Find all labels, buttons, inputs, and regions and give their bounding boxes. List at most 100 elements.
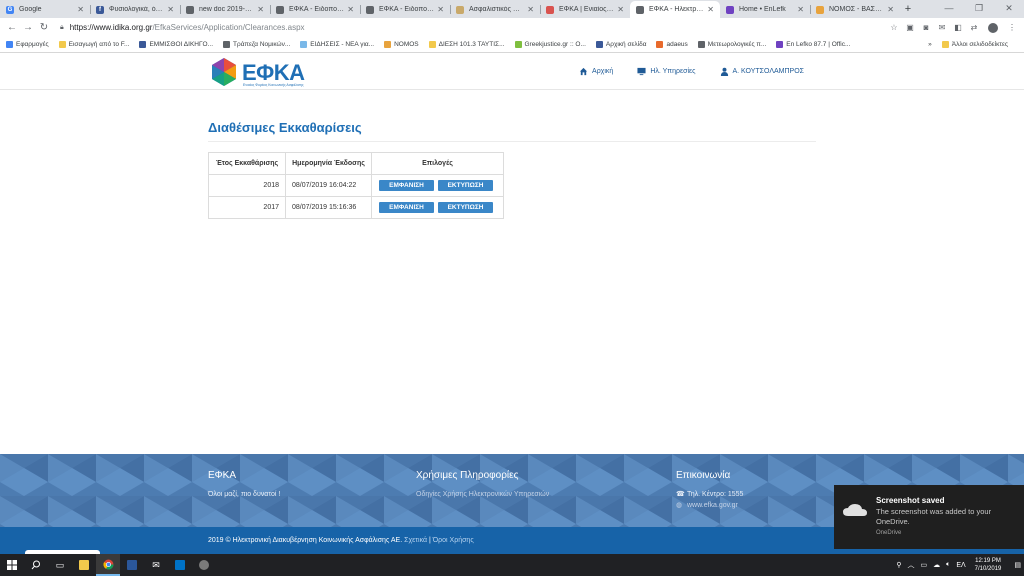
tab-close-icon[interactable]: ✕: [347, 5, 354, 14]
tab-title: ΕΦΚΑ | Ενιαίος Φο: [559, 6, 615, 13]
search-icon[interactable]: [24, 554, 48, 576]
address-bar[interactable]: 🔒︎ https://www.idika.org.gr/EfkaServices…: [60, 20, 886, 35]
table-row: 2018 08/07/2019 16:04:22 ΕΜΦΑΝΙΣΗ ΕΚΤΥΠΩΣ…: [208, 174, 504, 197]
browser-tab[interactable]: ΕΦΚΑ - Ηλεκτρονι ✕: [630, 1, 720, 18]
footer-user-guide-link[interactable]: Οδηγίες Χρήσης Ηλεκτρονικών Υπηρεσιών: [416, 489, 549, 500]
extension-icon[interactable]: ◙: [918, 23, 934, 32]
bookmark-item[interactable]: En Lefko 87.7 | Offic...: [776, 41, 850, 48]
bookmark-item[interactable]: Greekjustice.gr :: O...: [514, 41, 586, 48]
other-app-icon[interactable]: [192, 554, 216, 576]
bookmark-item[interactable]: Τράπεζα Νομικών...: [223, 41, 290, 48]
tab-close-icon[interactable]: ✕: [257, 5, 264, 14]
volume-icon[interactable]: 🔈︎: [946, 561, 950, 569]
chrome-icon[interactable]: [96, 554, 120, 576]
forward-icon[interactable]: →: [20, 22, 36, 33]
footer-web-text: www.efka.gov.gr: [687, 502, 738, 509]
browser-tab[interactable]: ΕΦΚΑ - Ειδοποιησ ✕: [360, 1, 450, 18]
tab-close-icon[interactable]: ✕: [437, 5, 444, 14]
browser-tab[interactable]: ΕΦΚΑ - Ειδοποιησ ✕: [270, 1, 360, 18]
show-button[interactable]: ΕΜΦΑΝΙΣΗ: [379, 180, 434, 191]
bookmark-item[interactable]: NOMOS: [384, 41, 419, 48]
browser-tab[interactable]: Home • EnLefk ✕: [720, 1, 810, 18]
cell-options: ΕΜΦΑΝΙΣΗ ΕΚΤΥΠΩΣΗ: [371, 196, 504, 219]
efka-logo[interactable]: ΕΦΚΑ Ενιαίος Φορέας Κοινωνικής Ασφάλισης: [209, 57, 319, 89]
browser-tab[interactable]: ΝΟΜΟΣ - ΒΑΣΕΙΣ Ν✕: [810, 1, 900, 18]
extension-icon[interactable]: ▣: [902, 23, 918, 32]
outlook-icon[interactable]: [168, 554, 192, 576]
tab-title: ΕΦΚΑ - Ειδοποιησ: [289, 6, 345, 13]
tab-favicon-icon: [726, 5, 734, 14]
new-tab-icon[interactable]: +: [900, 1, 916, 18]
bookmark-item[interactable]: ΔΙΕΣΗ 101.3 ΤΑΥΤΙΣ...: [428, 41, 505, 48]
tab-close-icon[interactable]: ✕: [77, 5, 84, 14]
tab-close-icon[interactable]: ✕: [797, 5, 804, 14]
browser-tab[interactable]: f Φυσιολογικά, όπως ✕: [90, 1, 180, 18]
minimize-icon[interactable]: —: [934, 0, 964, 18]
screenshot-toast[interactable]: Screenshot saved The screenshot was adde…: [834, 485, 1024, 549]
close-window-icon[interactable]: ✕: [994, 0, 1024, 18]
nav-user[interactable]: Α. ΚΟΥΤΣΟΛΑΜΠΡΟΣ: [720, 67, 804, 76]
other-bookmarks[interactable]: Άλλοι σελιδοδείκτες: [941, 41, 1008, 48]
tab-title: ΕΦΚΑ - Ηλεκτρονι: [649, 6, 705, 13]
bookmark-item[interactable]: Εισαγωγή από το F...: [58, 41, 130, 48]
tab-close-icon[interactable]: ✕: [527, 5, 534, 14]
bookmark-favicon-icon: [58, 41, 66, 48]
browser-tab[interactable]: Ασφαλιστικός Οδη ✕: [450, 1, 540, 18]
bookmark-label: Τράπεζα Νομικών...: [233, 41, 291, 48]
bookmark-item[interactable]: Αρχική σελίδα: [595, 41, 646, 48]
clock[interactable]: 12:19 PM 7/10/2019: [975, 557, 1002, 573]
tab-close-icon[interactable]: ✕: [887, 5, 894, 14]
people-icon[interactable]: ⚲: [896, 561, 901, 569]
notifications-icon[interactable]: ▤: [1014, 561, 1021, 569]
word-icon[interactable]: [120, 554, 144, 576]
show-button[interactable]: ΕΜΦΑΝΙΣΗ: [379, 202, 434, 213]
bookmark-favicon-icon: [697, 41, 705, 48]
mail-extension-icon[interactable]: ✉: [934, 23, 950, 32]
print-button[interactable]: ΕΚΤΥΠΩΣΗ: [438, 180, 493, 191]
menu-icon[interactable]: ⋮: [1004, 23, 1020, 32]
bookmark-label: Εισαγωγή από το F...: [68, 41, 130, 48]
star-icon[interactable]: ☆: [886, 23, 902, 32]
bookmark-item[interactable]: ΕΙΔΗΣΕΙΣ - ΝΕΑ για...: [300, 41, 374, 48]
tab-close-icon[interactable]: ✕: [167, 5, 174, 14]
tab-close-icon[interactable]: ✕: [617, 5, 624, 14]
browser-tab[interactable]: G Google ✕: [0, 1, 90, 18]
tab-close-icon[interactable]: ✕: [707, 5, 714, 14]
tab-favicon-icon: [546, 5, 554, 14]
task-view-icon[interactable]: ▭: [48, 554, 72, 576]
footer-web[interactable]: ◍ www.efka.gov.gr: [676, 500, 743, 511]
restore-icon[interactable]: ❐: [964, 0, 994, 18]
browser-tab[interactable]: new doc 2019-07-1 ✕: [180, 1, 270, 18]
clearances-table: Έτος Εκκαθάρισης Ημερομηνία Έκδοσης Επιλ…: [208, 152, 504, 219]
tab-title: ΝΟΜΟΣ - ΒΑΣΕΙΣ Ν: [829, 6, 885, 13]
keyboard-language[interactable]: ΕΛ: [956, 562, 965, 569]
nav-e-services[interactable]: Ηλ. Υπηρεσίες: [637, 67, 696, 76]
bookmark-label: ΕΙΔΗΣΕΙΣ - ΝΕΑ για...: [310, 41, 375, 48]
print-button[interactable]: ΕΚΤΥΠΩΣΗ: [438, 202, 493, 213]
browser-tab[interactable]: ΕΦΚΑ | Ενιαίος Φο ✕: [540, 1, 630, 18]
show-hidden-icons-icon[interactable]: ︿: [907, 560, 914, 570]
start-icon[interactable]: [0, 554, 24, 576]
title-divider: [208, 141, 816, 142]
terms-link[interactable]: Όροι Χρήσης: [433, 537, 474, 544]
bookmarks-overflow-icon[interactable]: »: [928, 41, 932, 48]
copyright-text-row: 2019 © Ηλεκτρονική Διακυβέρνηση Κοινωνικ…: [208, 537, 474, 544]
bookmark-item[interactable]: Μετεωρολογικές π...: [697, 41, 766, 48]
tab-favicon-icon: [276, 5, 284, 14]
bookmark-item[interactable]: Εφαρμογές: [6, 41, 49, 48]
back-icon[interactable]: ←: [4, 22, 20, 33]
bookmark-favicon-icon: [776, 41, 784, 48]
about-link[interactable]: Σχετικά: [404, 537, 427, 544]
translate-icon[interactable]: ⇄: [966, 23, 982, 32]
extension-icon[interactable]: ◧: [950, 23, 966, 32]
browser-toolbar: ← → ↻ 🔒︎ https://www.idika.org.gr/EfkaSe…: [0, 18, 1024, 37]
network-icon[interactable]: ▭: [920, 561, 927, 569]
mail-icon[interactable]: ✉: [144, 554, 168, 576]
onedrive-icon[interactable]: ☁: [933, 561, 940, 569]
file-explorer-icon[interactable]: [72, 554, 96, 576]
bookmark-item[interactable]: adaeus: [656, 41, 688, 48]
profile-avatar[interactable]: [988, 22, 998, 33]
reload-icon[interactable]: ↻: [36, 22, 52, 33]
nav-home[interactable]: Αρχική: [579, 67, 613, 76]
bookmark-item[interactable]: ΕΜΜΙΣΘΟΙ ΔΙΚΗΓΟ...: [139, 41, 213, 48]
